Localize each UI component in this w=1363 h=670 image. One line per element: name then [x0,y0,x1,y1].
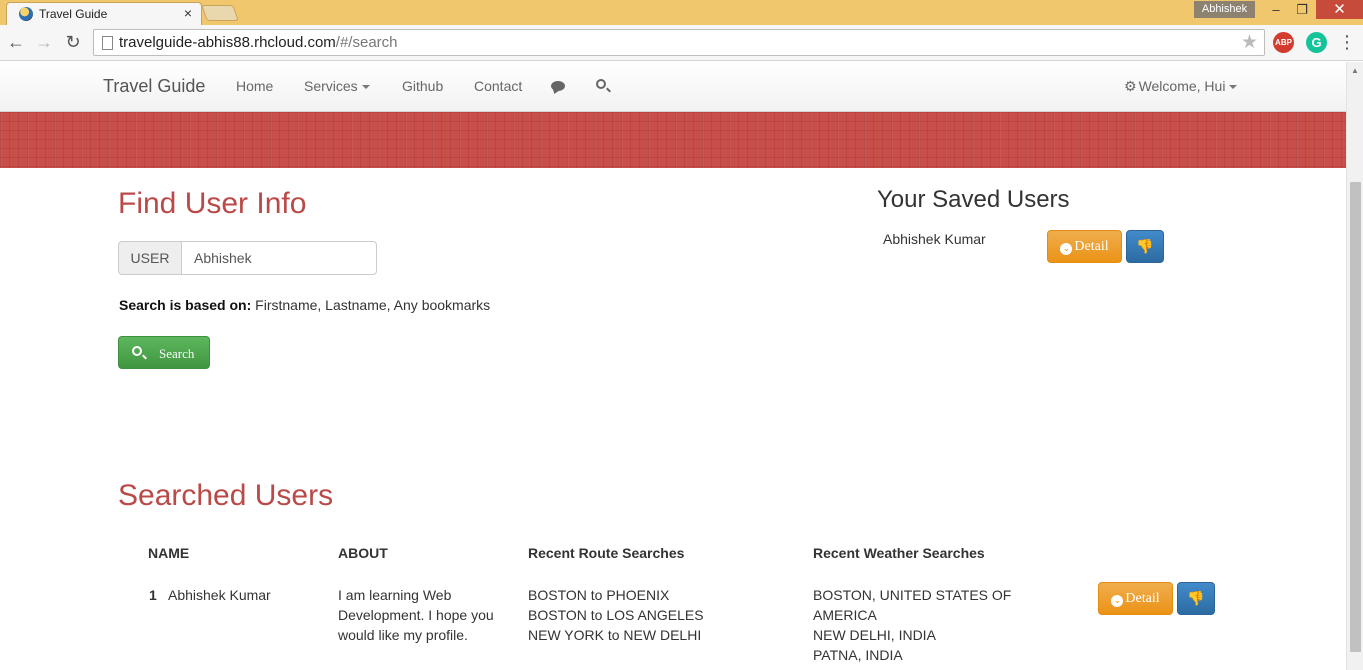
saved-user-name: Abhishek Kumar [883,231,986,247]
header-banner [0,112,1346,168]
scrollbar-thumb[interactable] [1350,182,1361,652]
column-header-name: NAME [148,545,190,561]
search-icon [596,79,606,89]
user-menu-dropdown[interactable]: ⚙ Welcome, Hui [1124,78,1238,95]
column-header-about: ABOUT [338,545,388,561]
searched-users-title: Searched Users [118,479,334,512]
page-icon [102,36,113,50]
row-number: 1 [149,587,157,603]
chevron-circle-down-icon: ⌄ [1060,242,1073,255]
find-user-title: Find User Info [118,187,307,220]
chrome-menu-icon[interactable]: ⋮ [1337,33,1357,53]
address-bar[interactable]: travelguide-abhis88.rhcloud.com/#/search… [93,29,1265,56]
caret-down-icon [361,85,370,90]
search-button[interactable]: Search [118,336,210,369]
page-scrollbar[interactable]: ▲ [1346,62,1363,670]
nav-contact[interactable]: Contact [474,78,522,94]
gear-icon: ⚙ [1124,78,1137,94]
weather-item: PATNA, INDIA [813,647,903,663]
nav-services-dropdown[interactable]: Services [304,78,370,94]
nav-github[interactable]: Github [402,78,443,94]
grammarly-extension-icon[interactable]: G [1306,32,1327,53]
weather-item: BOSTON, UNITED STATES OF AMERICA [813,587,1012,623]
globe-favicon-icon [19,7,33,21]
row-thumbs-down-button[interactable]: 👎 [1177,582,1215,615]
weather-item: NEW DELHI, INDIA [813,627,936,643]
close-window-icon[interactable]: ✕ [1316,0,1363,19]
comment-icon [551,81,565,91]
nav-home[interactable]: Home [236,78,273,94]
minimize-icon[interactable]: – [1262,0,1290,19]
row-weather: BOSTON, UNITED STATES OF AMERICA NEW DEL… [813,585,1053,665]
route-item: BOSTON to PHOENIX [528,587,670,603]
adblock-extension-icon[interactable]: ABP [1273,32,1294,53]
route-item: NEW YORK to NEW DELHI [528,627,702,643]
bookmark-star-icon[interactable]: ★ [1241,31,1258,54]
user-addon-label: USER [118,241,182,275]
saved-user-thumbs-down-button[interactable]: 👎 [1126,230,1164,263]
saved-user-detail-button[interactable]: ⌄ Detail [1047,230,1122,263]
brand-link[interactable]: Travel Guide [103,76,205,97]
tab-close-icon[interactable]: × [184,5,192,21]
thumbs-down-icon: 👎 [1187,590,1205,607]
thumbs-down-icon: 👎 [1136,238,1154,255]
forward-arrow-icon[interactable]: → [32,30,56,54]
url-text[interactable]: travelguide-abhis88.rhcloud.com/#/search [119,34,398,51]
saved-users-title: Your Saved Users [877,186,1070,213]
column-header-weather: Recent Weather Searches [813,545,985,561]
scroll-up-arrow-icon[interactable]: ▲ [1351,66,1359,75]
row-routes: BOSTON to PHOENIX BOSTON to LOS ANGELES … [528,585,788,645]
site-navbar: Travel Guide Home Services Github Contac… [0,62,1346,112]
browser-toolbar: ← → ↻ travelguide-abhis88.rhcloud.com/#/… [0,25,1363,61]
browser-titlebar: Travel Guide × Abhishek – ❐ ✕ [0,0,1363,25]
profile-button[interactable]: Abhishek [1194,1,1255,18]
reload-icon[interactable]: ↻ [61,30,85,54]
search-basis-text: Search is based on: Firstname, Lastname,… [119,297,491,313]
row-detail-button[interactable]: ⌄ Detail [1098,582,1173,615]
user-search-input[interactable] [181,241,377,275]
browser-tab[interactable]: Travel Guide × [6,2,202,25]
maximize-icon[interactable]: ❐ [1288,0,1316,19]
nav-search[interactable] [596,76,606,92]
new-tab-button[interactable] [201,5,239,21]
chevron-circle-down-icon: ⌄ [1111,594,1124,607]
back-arrow-icon[interactable]: ← [4,30,28,54]
user-search-group: USER [118,241,377,275]
row-about: I am learning Web Development. I hope yo… [338,587,494,643]
caret-down-icon [1229,85,1238,90]
search-icon [132,346,142,356]
column-header-routes: Recent Route Searches [528,545,685,561]
nav-chat[interactable] [551,78,565,94]
route-item: BOSTON to LOS ANGELES [528,607,704,623]
tab-title: Travel Guide [39,7,108,21]
row-user-name: Abhishek Kumar [168,587,271,603]
